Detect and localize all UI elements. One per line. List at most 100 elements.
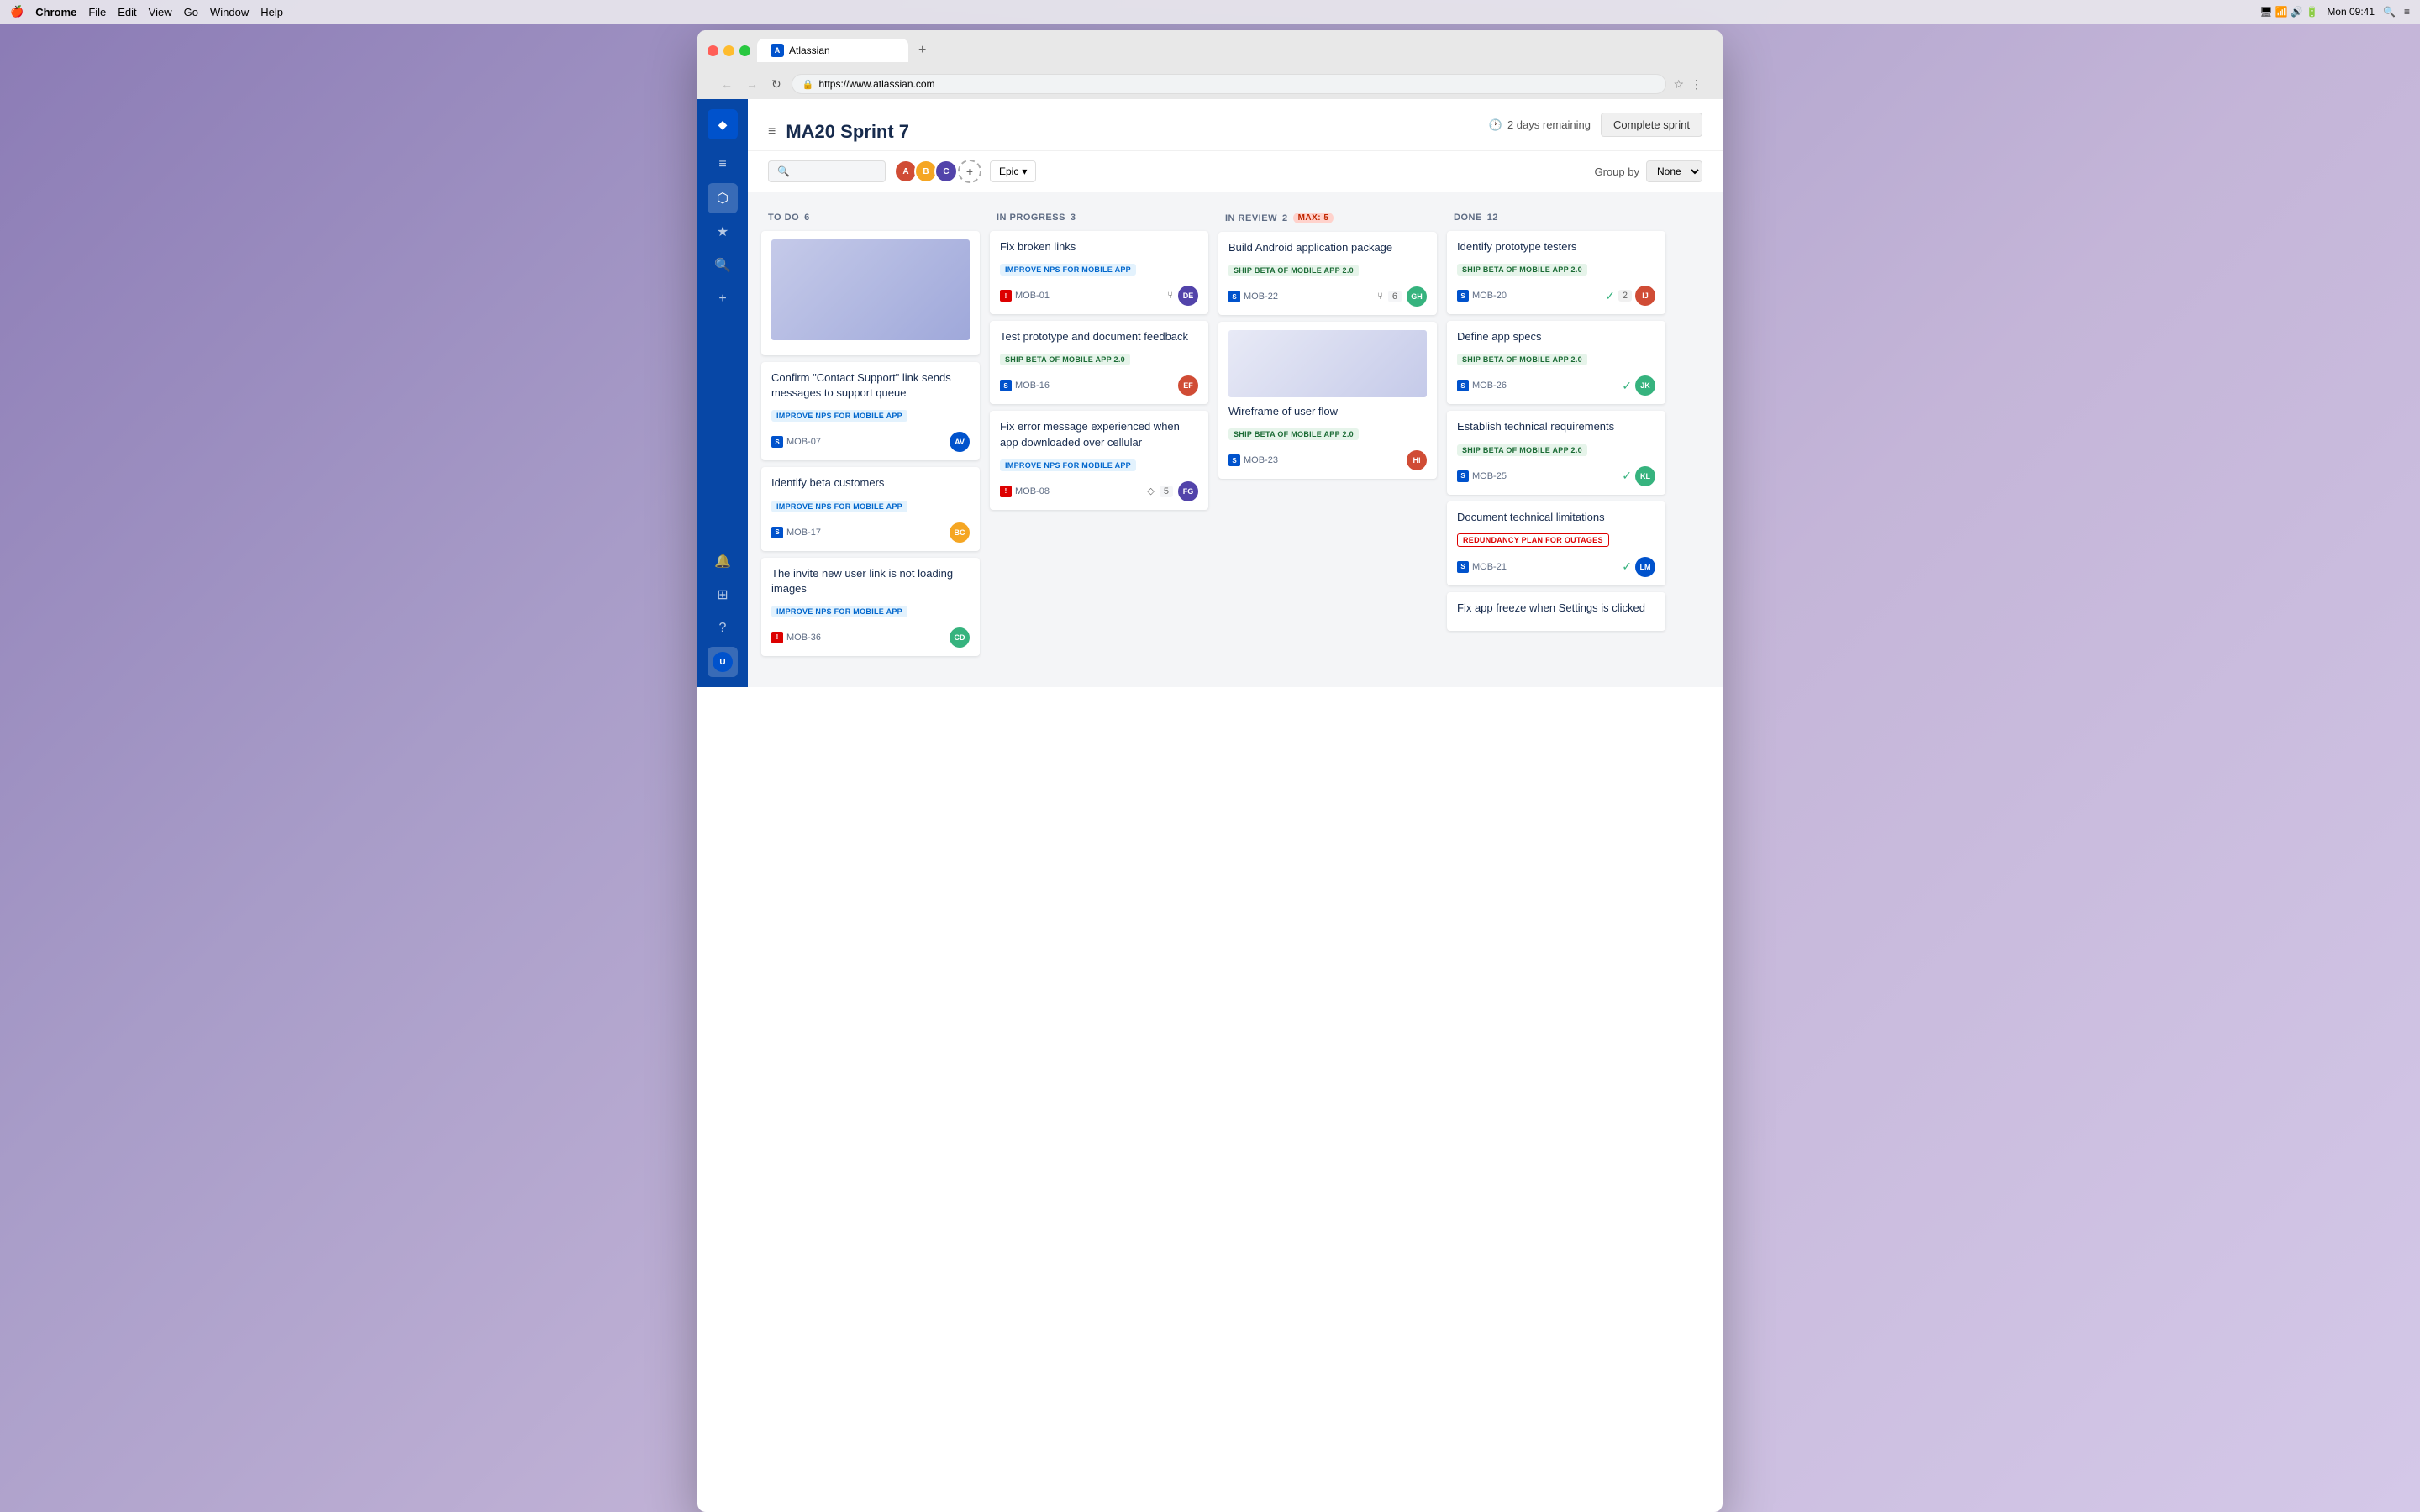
done-column: DONE 12 Identify prototype testers SHIP … xyxy=(1447,206,1665,674)
card-fix-freeze[interactable]: Fix app freeze when Settings is clicked xyxy=(1447,592,1665,631)
card-avatar: EF xyxy=(1178,375,1198,396)
story-icon: S xyxy=(771,527,783,538)
card-mob-08[interactable]: Fix error message experienced when app d… xyxy=(990,411,1208,509)
minimize-button[interactable] xyxy=(723,45,734,56)
card-mob-22[interactable]: Build Android application package SHIP B… xyxy=(1218,232,1437,315)
address-bar[interactable]: 🔒 https://www.atlassian.com xyxy=(792,74,1667,94)
sidebar-add-icon[interactable]: + xyxy=(708,284,738,314)
todo-image-card[interactable] xyxy=(761,231,980,355)
card-image xyxy=(771,239,970,340)
card-mob-07[interactable]: Confirm "Contact Support" link sends mes… xyxy=(761,362,980,460)
card-avatar: CD xyxy=(950,627,970,648)
group-by-section: Group by None xyxy=(1595,160,1702,182)
story-points: 6 xyxy=(1388,291,1402,302)
help-menu[interactable]: Help xyxy=(260,6,283,18)
card-mob-23[interactable]: Wireframe of user flow SHIP BETA OF MOBI… xyxy=(1218,322,1437,479)
menubar: 🍎 Chrome File Edit View Go Window Help 🖥… xyxy=(0,0,2420,24)
card-epic-tag: IMPROVE NPS FOR MOBILE APP xyxy=(1000,459,1136,471)
close-button[interactable] xyxy=(708,45,718,56)
card-mob-17[interactable]: Identify beta customers IMPROVE NPS FOR … xyxy=(761,467,980,550)
sidebar-profile-icon[interactable]: U xyxy=(708,647,738,677)
lock-icon: 🔒 xyxy=(802,79,814,90)
chrome-menu[interactable]: Chrome xyxy=(35,6,76,18)
card-avatar: LM xyxy=(1635,557,1655,577)
card-epic-tag: SHIP BETA OF MOBILE APP 2.0 xyxy=(1457,444,1587,456)
sprint-header: ≡ MA20 Sprint 7 🕐 2 days remaining Compl… xyxy=(748,99,1723,151)
card-mob-26[interactable]: Define app specs SHIP BETA OF MOBILE APP… xyxy=(1447,321,1665,404)
maximize-button[interactable] xyxy=(739,45,750,56)
atlassian-logo[interactable]: ◆ xyxy=(708,109,738,139)
apple-menu[interactable]: 🍎 xyxy=(10,5,24,18)
todo-column-header: TO DO 6 xyxy=(761,206,980,231)
edit-menu[interactable]: Edit xyxy=(118,6,136,18)
card-title: Document technical limitations xyxy=(1457,510,1655,525)
search-box[interactable]: 🔍 xyxy=(768,160,886,182)
active-tab[interactable]: A Atlassian xyxy=(757,39,908,62)
url-text: https://www.atlassian.com xyxy=(818,78,934,90)
group-by-select[interactable]: None xyxy=(1646,160,1702,182)
add-person-button[interactable]: + xyxy=(958,160,981,183)
more-button[interactable]: ⋮ xyxy=(1691,77,1702,92)
search-icon[interactable]: 🔍 xyxy=(2383,6,2396,18)
bug-icon: ! xyxy=(1000,486,1012,497)
go-menu[interactable]: Go xyxy=(184,6,198,18)
sidebar-help-icon[interactable]: ? xyxy=(708,613,738,643)
card-epic-tag: SHIP BETA OF MOBILE APP 2.0 xyxy=(1000,354,1130,365)
card-epic-tag: SHIP BETA OF MOBILE APP 2.0 xyxy=(1228,265,1359,276)
epic-label: Epic xyxy=(999,165,1018,177)
check-icon: ✓ xyxy=(1622,559,1632,574)
card-avatar: DE xyxy=(1178,286,1198,306)
card-title: The invite new user link is not loading … xyxy=(771,566,970,596)
card-mob-20[interactable]: Identify prototype testers SHIP BETA OF … xyxy=(1447,231,1665,314)
reload-button[interactable]: ↻ xyxy=(768,76,785,93)
window-menu[interactable]: Window xyxy=(210,6,249,18)
card-footer: S MOB-26 ✓ JK xyxy=(1457,375,1655,396)
sidebar-home-icon[interactable]: ⬡ xyxy=(708,183,738,213)
bookmark-button[interactable]: ☆ xyxy=(1673,77,1684,92)
card-epic-tag: IMPROVE NPS FOR MOBILE APP xyxy=(1000,264,1136,276)
card-id: MOB-16 xyxy=(1015,381,1050,391)
card-footer: S MOB-07 AV xyxy=(771,432,970,452)
todo-cards: Confirm "Contact Support" link sends mes… xyxy=(761,231,980,674)
card-mob-21[interactable]: Document technical limitations REDUNDANC… xyxy=(1447,501,1665,585)
sidebar-star-icon[interactable]: ★ xyxy=(708,217,738,247)
card-mob-01[interactable]: Fix broken links IMPROVE NPS FOR MOBILE … xyxy=(990,231,1208,314)
filter-bar: 🔍 A B C + Epic ▾ Group by xyxy=(748,151,1723,192)
card-footer: S MOB-22 ⑂ 6 GH xyxy=(1228,286,1427,307)
inreview-column-header: IN REVIEW 2 MAX: 5 xyxy=(1218,206,1437,232)
card-footer: ! MOB-01 ⑂ DE xyxy=(1000,286,1198,306)
inprogress-column: IN PROGRESS 3 Fix broken links IMPROVE N… xyxy=(990,206,1208,674)
story-icon: S xyxy=(1457,470,1469,482)
card-mob-16[interactable]: Test prototype and document feedback SHI… xyxy=(990,321,1208,404)
inreview-count: 2 xyxy=(1282,213,1288,223)
sidebar-menu-icon[interactable]: ≡ xyxy=(708,150,738,180)
back-button[interactable]: ← xyxy=(718,76,736,92)
sidebar-notification-icon[interactable]: 🔔 xyxy=(708,546,738,576)
card-footer: ! MOB-36 CD xyxy=(771,627,970,648)
control-center-icon[interactable]: ≡ xyxy=(2404,6,2410,18)
max-badge: MAX: 5 xyxy=(1293,213,1334,223)
epic-filter-button[interactable]: Epic ▾ xyxy=(990,160,1036,182)
card-footer: S MOB-21 ✓ LM xyxy=(1457,557,1655,577)
card-avatar: GH xyxy=(1407,286,1427,307)
card-title: Define app specs xyxy=(1457,329,1655,344)
new-tab-button[interactable]: + xyxy=(912,39,933,61)
days-remaining-text: 2 days remaining xyxy=(1507,118,1591,131)
avatar-filter-3[interactable]: C xyxy=(934,160,958,183)
sidebar-apps-icon[interactable]: ⊞ xyxy=(708,580,738,610)
forward-button[interactable]: → xyxy=(743,76,761,92)
inprogress-count: 3 xyxy=(1071,213,1076,223)
sprint-menu-icon[interactable]: ≡ xyxy=(768,124,776,139)
card-mob-36[interactable]: The invite new user link is not loading … xyxy=(761,558,980,656)
card-mob-25[interactable]: Establish technical requirements SHIP BE… xyxy=(1447,411,1665,494)
story-icon: S xyxy=(1000,380,1012,391)
sidebar-search-icon[interactable]: 🔍 xyxy=(708,250,738,281)
card-id: MOB-25 xyxy=(1472,471,1507,481)
card-id: MOB-23 xyxy=(1244,455,1278,465)
view-menu[interactable]: View xyxy=(149,6,172,18)
file-menu[interactable]: File xyxy=(88,6,106,18)
check-count: 2 xyxy=(1618,290,1632,302)
complete-sprint-button[interactable]: Complete sprint xyxy=(1601,113,1702,137)
tab-title: Atlassian xyxy=(789,45,830,56)
card-epic-tag: SHIP BETA OF MOBILE APP 2.0 xyxy=(1228,428,1359,440)
